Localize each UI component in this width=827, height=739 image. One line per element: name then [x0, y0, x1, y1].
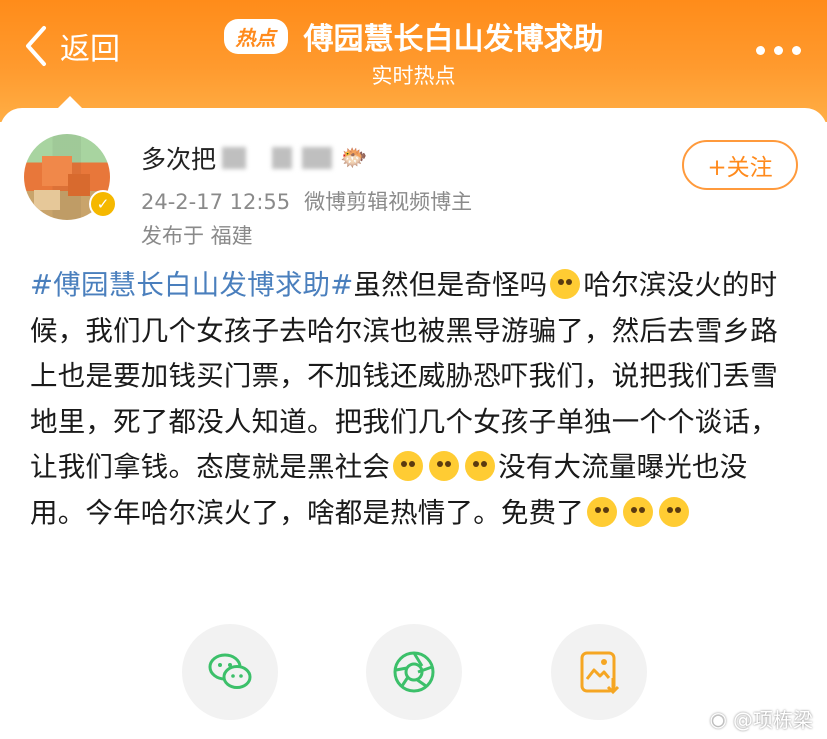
blurred-name-part: [222, 147, 247, 169]
save-image-button[interactable]: [551, 624, 647, 720]
watermark-text: @项栋梁: [733, 708, 813, 732]
smirk-emoji-icon: [465, 451, 496, 481]
page-title: 傅园慧长白山发博求助: [303, 22, 604, 57]
follow-button[interactable]: +关注: [682, 140, 798, 190]
post-location: 发布于 福建: [141, 224, 253, 248]
topic-link[interactable]: #傅园慧长白山发博求助#: [30, 269, 353, 301]
author-name-text: 多次把: [141, 145, 217, 174]
crying-laughing-emoji-icon: [550, 269, 581, 299]
post-body: #傅园慧长白山发博求助#虽然但是奇怪吗 哈尔滨没火的时候，我们几个女孩子去哈尔滨也…: [30, 263, 802, 536]
eye-roll-emoji-icon: [587, 496, 617, 527]
save-image-icon: [580, 651, 620, 695]
blurred-name-part: [272, 147, 293, 169]
author-tag: 微博剪辑视频博主: [304, 190, 473, 214]
post-text-1: 虽然但是奇怪吗: [353, 269, 548, 301]
share-moments-button[interactable]: [366, 624, 462, 720]
pufferfish-icon: 🐡: [340, 145, 368, 171]
verified-badge-icon: ✓: [89, 190, 117, 218]
blurred-name-part: [302, 147, 333, 169]
watermark: ◉ @项栋梁: [710, 704, 813, 733]
eye-roll-emoji-icon: [659, 496, 689, 527]
eye-roll-emoji-icon: [623, 496, 653, 527]
smirk-emoji-icon: [393, 451, 424, 481]
card-pointer: [56, 96, 84, 110]
hot-badge: 热点: [223, 18, 288, 54]
weibo-logo-icon: ◉: [709, 706, 727, 731]
post-meta: 24-2-17 12:55 微博剪辑视频博主: [141, 186, 472, 216]
more-options-icon[interactable]: [756, 46, 801, 55]
author-name[interactable]: 多次把 🐡: [141, 140, 367, 176]
moments-icon: [393, 651, 435, 693]
post-date: 24-2-17 12:55: [141, 190, 291, 214]
page-subtitle: 实时热点: [371, 64, 456, 88]
smirk-emoji-icon: [429, 451, 460, 481]
header-bar: 返回 热点 傅园慧长白山发博求助 实时热点: [0, 0, 827, 122]
wechat-icon: [208, 653, 252, 689]
title-area: 热点 傅园慧长白山发博求助: [0, 14, 827, 58]
share-wechat-button[interactable]: [182, 624, 278, 720]
